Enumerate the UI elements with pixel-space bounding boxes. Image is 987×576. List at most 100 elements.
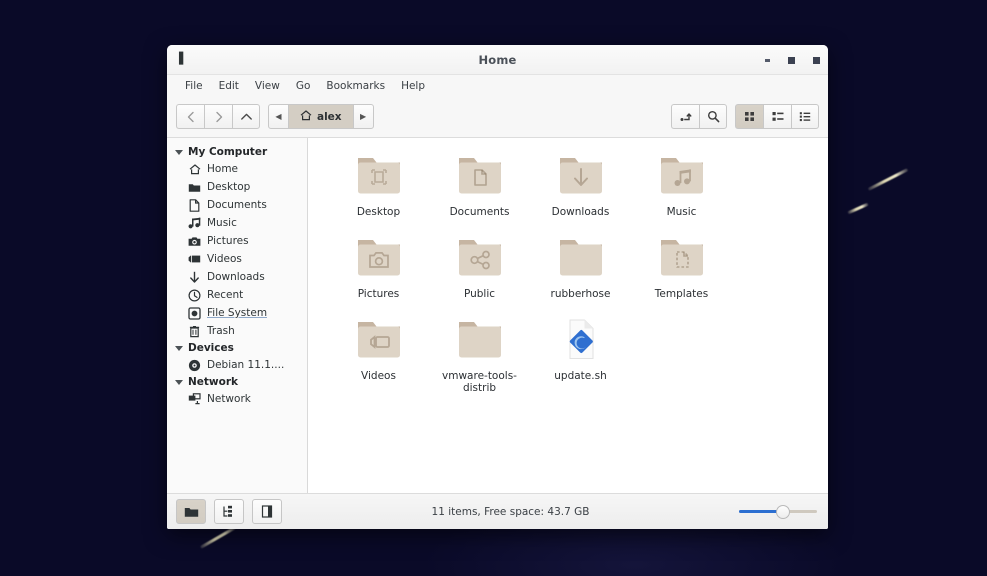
file-label: vmware-tools-distrib (432, 370, 528, 394)
sidebar-group-devices[interactable]: Devices (167, 340, 307, 356)
menu-help[interactable]: Help (393, 78, 433, 94)
sidebar-item-label: Documents (207, 199, 267, 211)
menubar: File Edit View Go Bookmarks Help (167, 75, 828, 96)
music-icon (188, 217, 201, 230)
folder-icon-share-emblem (454, 234, 506, 282)
view-mode-icons-button[interactable] (735, 104, 763, 129)
sidebar-group-label: My Computer (188, 146, 267, 158)
toolbar: ◀ alex ▶ (167, 96, 828, 138)
trash-icon (188, 325, 201, 338)
tree-view-button[interactable] (214, 499, 244, 524)
desktop-streak-lower (847, 203, 868, 215)
menu-go[interactable]: Go (288, 78, 319, 94)
path-scroll-left-button[interactable]: ◀ (269, 105, 288, 128)
close-button[interactable] (813, 57, 820, 64)
sidebar-item-desktop[interactable]: Desktop (167, 178, 307, 196)
desktop-streak-upper (868, 168, 909, 191)
file-label: update.sh (554, 370, 606, 382)
home-icon (300, 110, 312, 124)
window-menu-icon[interactable]: ▌ (179, 53, 188, 65)
sidebar-group-label: Network (188, 376, 238, 388)
drive-icon (188, 307, 201, 320)
window-controls (765, 45, 820, 75)
network-icon (188, 393, 201, 406)
home-icon (188, 163, 201, 176)
download-arrow-icon (188, 271, 201, 284)
sidebar-item-file-system[interactable]: File System (167, 304, 307, 322)
sidebar-item-label: File System (207, 307, 267, 319)
forward-button[interactable] (204, 104, 232, 129)
zoom-slider[interactable] (739, 502, 817, 522)
file-item-downloads[interactable]: Downloads (530, 152, 631, 218)
file-item-rubberhose[interactable]: rubberhose (530, 234, 631, 300)
sidebar-group-my-computer[interactable]: My Computer (167, 144, 307, 160)
titlebar[interactable]: ▌ Home (167, 45, 828, 75)
file-item-pictures[interactable]: Pictures (328, 234, 429, 300)
folder-icon-document-emblem (454, 152, 506, 200)
sidebar-item-label: Desktop (207, 181, 250, 193)
breadcrumb-alex[interactable]: alex (288, 105, 354, 128)
file-label: Music (667, 206, 697, 218)
sidebar-item-trash[interactable]: Trash (167, 322, 307, 340)
file-label: Documents (450, 206, 510, 218)
folder-icon-plain (454, 316, 506, 364)
sidebar-item-videos[interactable]: Videos (167, 250, 307, 268)
view-mode-group (735, 104, 819, 129)
sidebar-item-home[interactable]: Home (167, 160, 307, 178)
sidebar[interactable]: My Computer Home Desktop Documents (167, 138, 308, 493)
maximize-button[interactable] (788, 57, 795, 64)
sidebar-item-downloads[interactable]: Downloads (167, 268, 307, 286)
sidebar-item-recent[interactable]: Recent (167, 286, 307, 304)
sidebar-item-label: Home (207, 163, 238, 175)
file-label: Public (464, 288, 495, 300)
sidebar-item-label: Trash (207, 325, 235, 337)
sidebar-item-label: Recent (207, 289, 243, 301)
places-view-button[interactable] (176, 499, 206, 524)
file-list-area[interactable]: Desktop Documents (308, 138, 828, 493)
window-body: My Computer Home Desktop Documents (167, 138, 828, 493)
file-label: Downloads (552, 206, 610, 218)
statusbar: 11 items, Free space: 43.7 GB (167, 493, 828, 529)
sidebar-item-network[interactable]: Network (167, 390, 307, 408)
menu-edit[interactable]: Edit (211, 78, 247, 94)
sidebar-item-label: Downloads (207, 271, 265, 283)
search-button[interactable] (699, 104, 727, 129)
sidebar-group-label: Devices (188, 342, 234, 354)
chevron-down-icon (175, 380, 183, 385)
path-scroll-right-button[interactable]: ▶ (354, 105, 373, 128)
side-pane-toggle-button[interactable] (252, 499, 282, 524)
file-item-public[interactable]: Public (429, 234, 530, 300)
zoom-slider-handle[interactable] (776, 505, 790, 519)
menu-file[interactable]: File (177, 78, 211, 94)
menu-bookmarks[interactable]: Bookmarks (318, 78, 393, 94)
file-item-templates[interactable]: Templates (631, 234, 732, 300)
file-item-videos[interactable]: Videos (328, 316, 429, 394)
folder-icon (188, 181, 201, 194)
file-item-update-sh[interactable]: update.sh (530, 316, 631, 394)
sidebar-item-label: Network (207, 393, 251, 405)
folder-icon-download-emblem (555, 152, 607, 200)
sidebar-item-pictures[interactable]: Pictures (167, 232, 307, 250)
file-item-desktop[interactable]: Desktop (328, 152, 429, 218)
view-mode-compact-button[interactable] (791, 104, 819, 129)
up-button[interactable] (232, 104, 260, 129)
minimize-button[interactable] (765, 59, 770, 62)
menu-view[interactable]: View (247, 78, 288, 94)
sidebar-item-music[interactable]: Music (167, 214, 307, 232)
file-item-music[interactable]: Music (631, 152, 732, 218)
toggle-location-entry-button[interactable] (671, 104, 699, 129)
status-text: 11 items, Free space: 43.7 GB (290, 506, 731, 518)
file-item-vmware-tools-distrib[interactable]: vmware-tools-distrib (429, 316, 530, 394)
back-button[interactable] (176, 104, 204, 129)
folder-icon-template-emblem (656, 234, 708, 282)
sidebar-group-network[interactable]: Network (167, 374, 307, 390)
view-mode-list-button[interactable] (763, 104, 791, 129)
folder-icon-desktop-emblem (353, 152, 405, 200)
sidebar-item-debian-disc[interactable]: Debian 11.1.... (167, 356, 307, 374)
sidebar-item-label: Pictures (207, 235, 249, 247)
video-icon (188, 253, 201, 266)
sidebar-item-documents[interactable]: Documents (167, 196, 307, 214)
file-item-documents[interactable]: Documents (429, 152, 530, 218)
file-label: Pictures (358, 288, 400, 300)
sidebar-item-label: Music (207, 217, 237, 229)
